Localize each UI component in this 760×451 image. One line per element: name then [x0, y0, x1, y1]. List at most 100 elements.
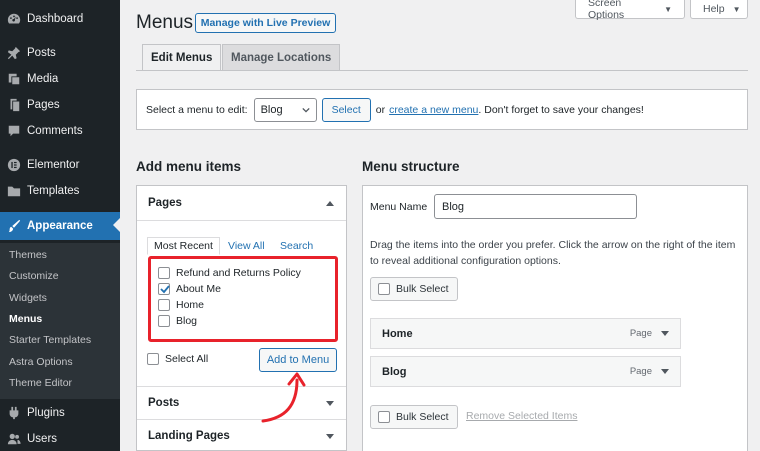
- menu-item-blog[interactable]: Blog Page: [370, 356, 681, 387]
- users-icon: [7, 432, 21, 446]
- sidebar-item-users[interactable]: Users: [0, 426, 120, 451]
- checkbox-checked[interactable]: [158, 283, 170, 295]
- bulk-select-bottom[interactable]: Bulk Select: [370, 405, 458, 429]
- or-text: or: [375, 103, 386, 116]
- submenu-starter-templates[interactable]: Starter Templates: [9, 334, 91, 346]
- tab-search[interactable]: Search: [280, 237, 313, 255]
- checkbox[interactable]: [158, 315, 170, 327]
- select-menu-label: Select a menu to edit:: [146, 103, 248, 116]
- screen-options-label: Screen Options: [588, 0, 625, 21]
- sidebar-item-label: Plugins: [27, 407, 65, 419]
- add-menu-items-heading: Add menu items: [136, 159, 242, 174]
- sidebar-item-label: Comments: [27, 125, 83, 137]
- sidebar-item-label: Media: [27, 73, 59, 85]
- pin-icon: [7, 46, 21, 60]
- remove-selected-items-link[interactable]: Remove Selected Items: [466, 410, 577, 422]
- checkbox[interactable]: [158, 267, 170, 279]
- sidebar-item-dashboard[interactable]: Dashboard: [0, 6, 120, 32]
- expand-arrow-icon: [326, 433, 334, 439]
- select-menu-bar: Select a menu to edit: Blog Select or cr…: [136, 89, 748, 130]
- page-option-label: Refund and Returns Policy: [176, 267, 301, 279]
- tab-divider: [136, 70, 748, 71]
- select-all-option[interactable]: Select All: [147, 353, 208, 365]
- structure-description: Drag the items into the order you prefer…: [370, 239, 736, 267]
- sidebar-item-elementor[interactable]: Elementor: [0, 152, 120, 178]
- comments-icon: [7, 124, 21, 138]
- save-reminder-text: . Don't forget to save your changes!: [478, 103, 644, 116]
- checkmark-icon: [160, 285, 170, 294]
- sidebar-item-posts[interactable]: Posts: [0, 40, 120, 66]
- accordion-divider: [137, 220, 346, 221]
- sidebar-item-label: Appearance: [27, 220, 93, 232]
- elementor-icon: [7, 158, 21, 172]
- page-option-blog[interactable]: Blog: [158, 315, 197, 327]
- sidebar-item-label: Users: [27, 433, 58, 445]
- sidebar-item-appearance[interactable]: Appearance: [0, 212, 120, 240]
- tab-view-all[interactable]: View All: [228, 237, 265, 255]
- submenu-theme-editor[interactable]: Theme Editor: [9, 377, 72, 389]
- checkbox[interactable]: [158, 299, 170, 311]
- expand-arrow-icon[interactable]: [661, 331, 669, 336]
- pages-checklist: Refund and Returns Policy About Me Home …: [148, 256, 338, 342]
- menu-name-label: Menu Name: [370, 201, 428, 213]
- appearance-submenu: Themes Customize Widgets Menus Starter T…: [0, 243, 120, 399]
- screen-options-button[interactable]: Screen Options ▼: [575, 0, 685, 21]
- checkbox[interactable]: [378, 283, 390, 295]
- live-preview-button[interactable]: Manage with Live Preview: [195, 13, 336, 33]
- help-label: Help: [703, 3, 725, 15]
- tab-edit-menus[interactable]: Edit Menus: [142, 44, 222, 71]
- chevron-down-icon: [301, 107, 310, 113]
- brush-icon: [7, 219, 21, 233]
- pages-icon: [7, 98, 21, 112]
- admin-sidebar: Dashboard Posts Media Pages Comments Ele…: [0, 0, 120, 451]
- checkbox[interactable]: [378, 411, 390, 423]
- caret-down-icon: ▼: [664, 4, 672, 14]
- select-all-label: Select All: [165, 353, 209, 365]
- checkbox[interactable]: [147, 353, 159, 365]
- page-title: Menus: [136, 12, 194, 33]
- submenu-widgets[interactable]: Widgets: [9, 292, 47, 304]
- expand-arrow-icon: [326, 400, 334, 406]
- submenu-astra-options[interactable]: Astra Options: [9, 356, 73, 368]
- menu-name-input[interactable]: Blog: [434, 194, 637, 219]
- help-button[interactable]: Help ▼: [690, 0, 748, 19]
- menu-select-value: Blog: [260, 103, 283, 116]
- expand-arrow-icon[interactable]: [661, 369, 669, 374]
- sidebar-item-label: Posts: [27, 47, 56, 59]
- media-icon: [7, 72, 21, 86]
- menu-select-dropdown[interactable]: Blog: [253, 97, 317, 122]
- sidebar-item-media[interactable]: Media: [0, 66, 120, 92]
- caret-down-icon: ▼: [732, 4, 741, 14]
- submenu-menus[interactable]: Menus: [9, 313, 42, 325]
- sidebar-item-plugins[interactable]: Plugins: [0, 400, 120, 426]
- annotation-arrow-icon: [261, 372, 306, 423]
- page-option-refund[interactable]: Refund and Returns Policy: [158, 267, 301, 279]
- page-option-label: Blog: [176, 315, 198, 327]
- create-menu-link[interactable]: create a new menu: [389, 104, 478, 116]
- bulk-select-label: Bulk Select: [396, 283, 449, 295]
- pages-accordion-header[interactable]: Pages: [137, 186, 346, 220]
- sidebar-item-comments[interactable]: Comments: [0, 118, 120, 144]
- menu-item-title: Blog: [382, 365, 407, 378]
- folder-icon: [7, 184, 21, 198]
- dashboard-icon: [7, 12, 21, 26]
- menu-item-title: Home: [382, 327, 413, 340]
- menu-item-type: Page: [629, 328, 652, 339]
- sidebar-item-pages[interactable]: Pages: [0, 92, 120, 118]
- submenu-themes[interactable]: Themes: [9, 249, 47, 261]
- tab-manage-locations[interactable]: Manage Locations: [222, 44, 341, 71]
- posts-accordion-title: Posts: [148, 397, 180, 409]
- sidebar-item-label: Templates: [27, 185, 80, 197]
- landing-pages-accordion-title: Landing Pages: [148, 430, 230, 442]
- submenu-customize[interactable]: Customize: [9, 270, 59, 282]
- sidebar-item-templates[interactable]: Templates: [0, 178, 120, 204]
- menu-item-home[interactable]: Home Page: [370, 318, 681, 349]
- select-button[interactable]: Select: [321, 97, 371, 122]
- menu-item-type: Page: [629, 366, 652, 377]
- plugin-icon: [7, 406, 21, 420]
- page-option-home[interactable]: Home: [158, 299, 204, 311]
- tab-most-recent[interactable]: Most Recent: [147, 237, 220, 255]
- bulk-select-top[interactable]: Bulk Select: [370, 277, 458, 301]
- sidebar-item-label: Elementor: [27, 159, 80, 171]
- page-option-about-me[interactable]: About Me: [158, 283, 221, 295]
